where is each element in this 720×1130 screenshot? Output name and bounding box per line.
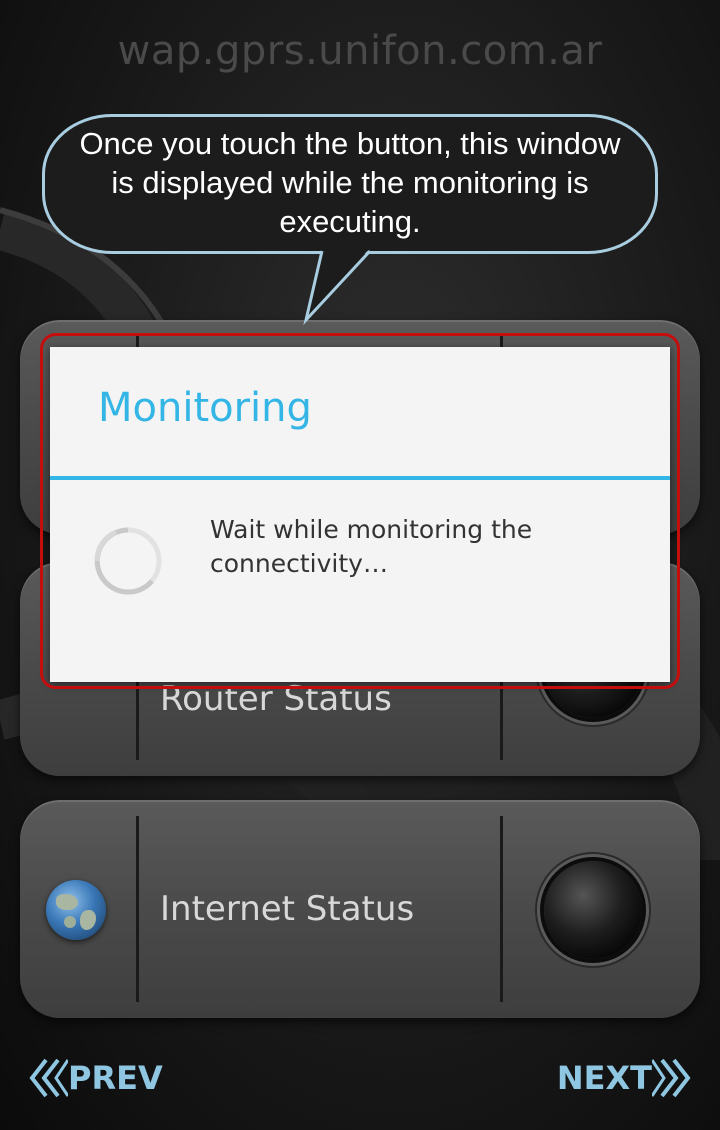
double-chevron-right-icon bbox=[652, 1058, 691, 1098]
prev-button[interactable]: PREV bbox=[28, 1056, 163, 1100]
panel-divider bbox=[136, 816, 139, 1002]
globe-icon bbox=[46, 880, 106, 940]
tutorial-highlight-frame bbox=[40, 333, 680, 689]
callout-tail bbox=[303, 248, 372, 326]
callout-text: Once you touch the button, this window i… bbox=[79, 126, 621, 239]
next-button[interactable]: NEXT bbox=[557, 1056, 692, 1100]
double-chevron-left-icon bbox=[29, 1058, 68, 1098]
status-panel-internet: Internet Status bbox=[20, 800, 700, 1018]
apn-title: wap.gprs.unifon.com.ar bbox=[117, 28, 603, 74]
internet-status-led[interactable] bbox=[544, 861, 642, 959]
panel-divider bbox=[500, 816, 503, 1002]
next-label: NEXT bbox=[556, 1059, 652, 1097]
prev-label: PREV bbox=[68, 1059, 163, 1097]
internet-status-label: Internet Status bbox=[160, 889, 415, 929]
